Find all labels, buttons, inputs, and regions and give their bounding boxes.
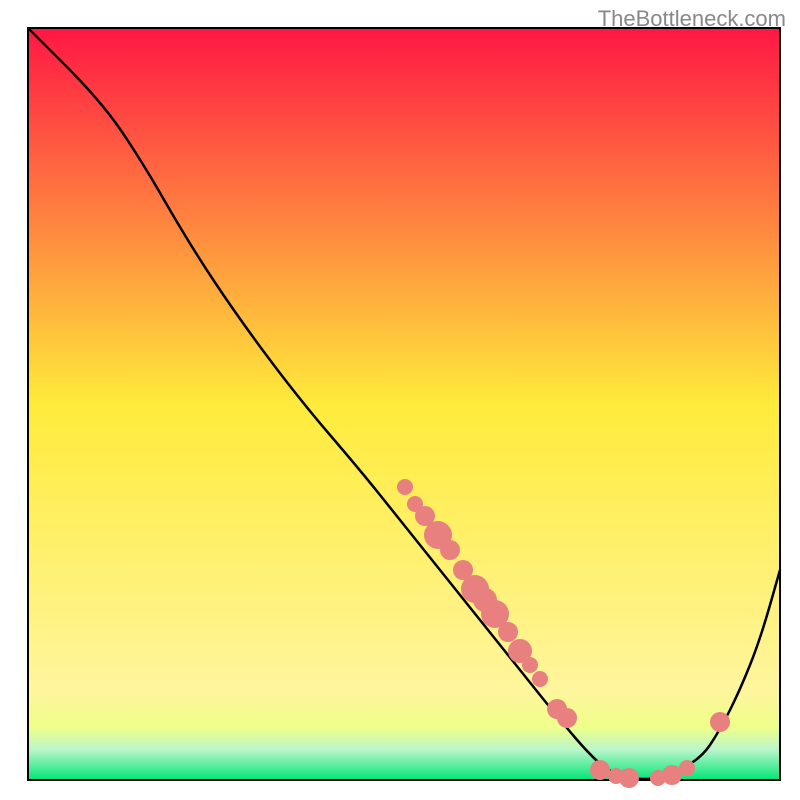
plot-background	[28, 28, 780, 780]
data-marker	[522, 657, 538, 673]
data-marker	[619, 768, 639, 788]
data-marker	[557, 708, 577, 728]
data-marker	[440, 540, 460, 560]
data-marker	[590, 760, 610, 780]
bottleneck-chart: TheBottleneck.com	[0, 0, 800, 800]
chart-svg	[0, 0, 800, 800]
data-marker	[710, 712, 730, 732]
watermark-text: TheBottleneck.com	[598, 6, 786, 32]
data-marker	[679, 760, 695, 776]
data-marker	[532, 671, 548, 687]
data-marker	[498, 622, 518, 642]
data-marker	[397, 479, 413, 495]
